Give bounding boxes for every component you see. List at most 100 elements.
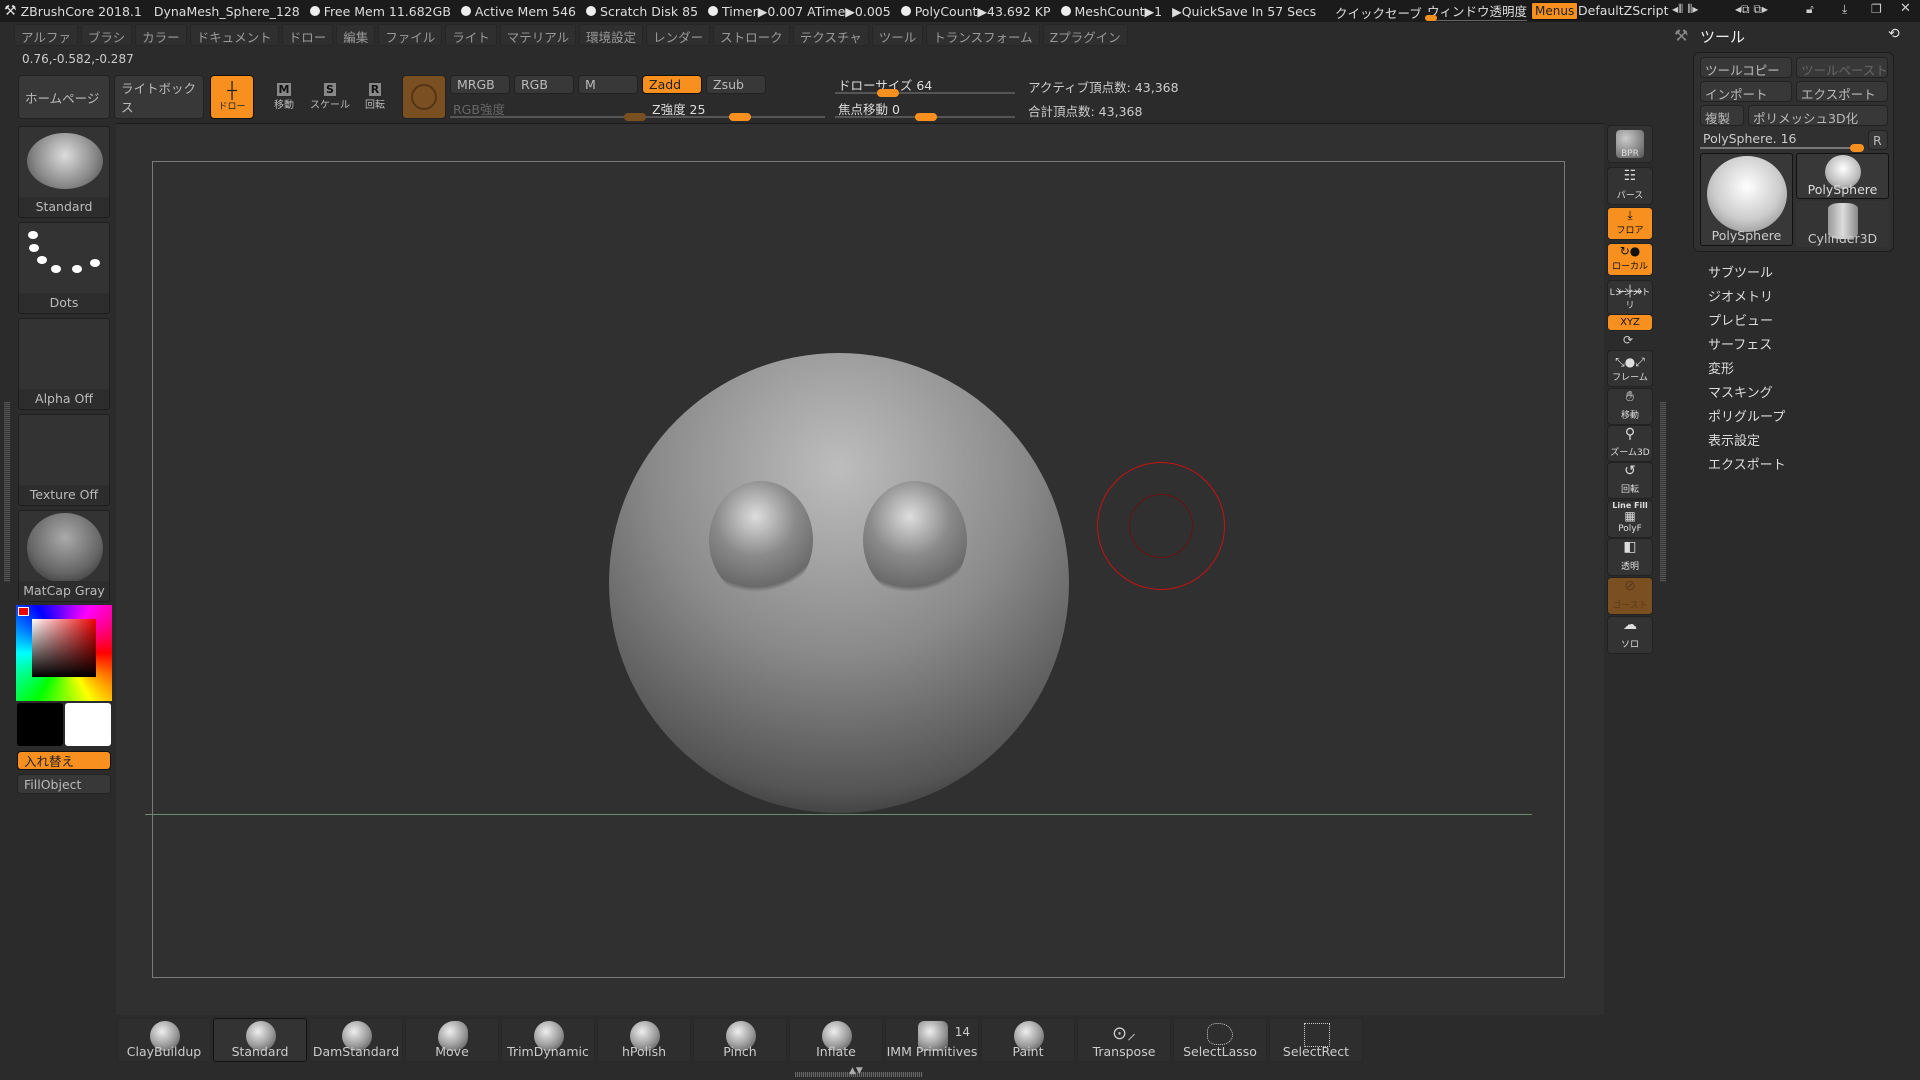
menus-button[interactable]: Menus [1531, 2, 1579, 20]
zsub-button[interactable]: Zsub [706, 75, 766, 94]
brush-pinch[interactable]: Pinch [693, 1018, 787, 1062]
window-transparency-slider[interactable]: ウィンドウ透明度 [1427, 1, 1528, 21]
canvas-viewport[interactable] [116, 123, 1604, 1015]
zadd-button[interactable]: Zadd [642, 75, 702, 94]
brush-move[interactable]: Move [405, 1018, 499, 1062]
menu-preview[interactable]: プレビュー [1708, 310, 1773, 329]
tool-slider-track[interactable] [1700, 144, 1864, 152]
export-button[interactable]: エクスポート [1796, 81, 1888, 102]
menu-display-properties[interactable]: 表示設定 [1708, 430, 1760, 449]
tool-thumb-cylinder3d[interactable]: Cylinder3D [1796, 201, 1889, 247]
brush-claybuildup[interactable]: ClayBuildup [117, 1018, 211, 1062]
right-scroll-handle[interactable] [1660, 402, 1666, 582]
local-button[interactable]: ↻● ローカル [1607, 243, 1653, 276]
menu-masking[interactable]: マスキング [1708, 382, 1773, 401]
floor-button[interactable]: ⤓ フロア [1607, 207, 1653, 240]
solo-button[interactable]: ☁ ソロ [1607, 616, 1653, 654]
z-intensity-slider[interactable] [645, 113, 825, 121]
menu-polygroups[interactable]: ポリグループ [1708, 406, 1785, 425]
menu-transform[interactable]: トランスフォーム [926, 24, 1040, 46]
menu-tool[interactable]: ツール [871, 24, 924, 46]
y-rotate-icon[interactable]: ⟳ [1623, 333, 1633, 347]
menu-preferences[interactable]: 環境設定 [579, 24, 644, 46]
menu-texture[interactable]: テクスチャ [792, 24, 869, 46]
homepage-button[interactable]: ホームページ [18, 75, 110, 119]
menu-color[interactable]: カラー [135, 24, 187, 46]
transparency-knob[interactable] [1425, 15, 1437, 21]
brush-selector[interactable]: Standard [18, 126, 110, 218]
menu-render[interactable]: レンダー [646, 24, 711, 46]
material-selector[interactable]: MatCap Gray [18, 510, 110, 602]
left-scroll-handle[interactable] [4, 402, 10, 582]
polyframe-button[interactable]: Line Fill ▦ PolyF [1607, 500, 1653, 538]
menu-edit[interactable]: 編集 [336, 24, 376, 46]
import-button[interactable]: インポート [1700, 81, 1792, 102]
lightbox-button[interactable]: ライトボックス [114, 75, 204, 119]
xyz-rotate-button[interactable]: XYZ [1607, 314, 1653, 331]
menu-export[interactable]: エクスポート [1708, 454, 1786, 473]
draw-size-slider[interactable] [835, 89, 1015, 97]
rgb-button[interactable]: RGB [514, 75, 574, 94]
nav-arrows-icon[interactable]: ◂⦀ ⦀▸ [1672, 2, 1698, 17]
fill-object-button[interactable]: FillObject [17, 774, 111, 794]
brush-hpolish[interactable]: hPolish [597, 1018, 691, 1062]
transparent-button[interactable]: ◧ 透明 [1607, 538, 1653, 576]
menu-material[interactable]: マテリアル [499, 24, 577, 46]
brush-transpose[interactable]: ⊙⸝ Transpose [1077, 1018, 1171, 1062]
default-zscript-button[interactable]: DefaultZScript [1578, 3, 1669, 18]
move-mode-button[interactable]: M 移動 [266, 75, 302, 119]
menu-alpha[interactable]: アルファ [14, 24, 78, 46]
bpr-button[interactable]: BPR [1607, 125, 1653, 163]
frame-button[interactable]: ⤡●⤢ フレーム [1607, 350, 1653, 387]
menu-brush[interactable]: ブラシ [80, 24, 133, 46]
restore-icon[interactable]: ❐ [1871, 2, 1882, 16]
color-picker[interactable] [16, 605, 112, 701]
reset-icon[interactable]: ⟲ [1888, 26, 1900, 42]
tool-thumb-polysphere[interactable]: PolySphere [1796, 153, 1889, 199]
l-symmetry-button[interactable]: ←┼→ Lシンメトリ [1607, 280, 1653, 315]
draw-mode-button[interactable]: ┼ ドロー [210, 75, 254, 119]
menu-zplugin[interactable]: Zプラグイン [1042, 24, 1128, 46]
brush-imm-primitives[interactable]: 14 IMM Primitives [885, 1018, 979, 1062]
secondary-color-swatch[interactable] [65, 703, 111, 746]
brush-inflate[interactable]: Inflate [789, 1018, 883, 1062]
main-color-swatch[interactable] [17, 703, 63, 746]
rotate-view-button[interactable]: ↺ 回転 [1607, 462, 1653, 499]
brush-selectrect[interactable]: SelectRect [1269, 1018, 1363, 1062]
clone-button[interactable]: 複製 [1700, 105, 1744, 126]
ghost-button[interactable]: ⊘ ゴースト [1607, 577, 1653, 615]
menu-light[interactable]: ライト [445, 24, 497, 46]
tool-thumb-polysphere-main[interactable]: PolySphere [1700, 153, 1793, 246]
brush-standard[interactable]: Standard [213, 1018, 307, 1062]
brush-selectlasso[interactable]: SelectLasso [1173, 1018, 1267, 1062]
tool-paste-button[interactable]: ツールペースト [1796, 57, 1888, 78]
mrgb-button[interactable]: MRGB [450, 75, 510, 94]
menu-draw[interactable]: ドロー [281, 24, 334, 46]
rotate-mode-button[interactable]: R 回転 [357, 75, 393, 119]
material-button[interactable] [402, 75, 446, 119]
tool-copy-button[interactable]: ツールコピー [1700, 57, 1792, 78]
menu-document[interactable]: ドキュメント [189, 24, 279, 46]
scale-mode-button[interactable]: S スケール [310, 75, 350, 119]
lock-icon[interactable]: 🔓︎ [1806, 2, 1814, 17]
make-polymesh-button[interactable]: ポリメッシュ3D化 [1748, 105, 1888, 126]
move-view-button[interactable]: ✋︎ 移動 [1607, 388, 1653, 425]
rgb-intensity-slider[interactable] [450, 113, 646, 121]
menu-deformation[interactable]: 変形 [1708, 358, 1734, 377]
minimize-icon[interactable]: ⤓ [1842, 2, 1847, 17]
menu-subtool[interactable]: サブツール [1708, 262, 1773, 281]
color-picker-sv-square[interactable] [32, 619, 96, 677]
menu-stroke[interactable]: ストローク [713, 24, 790, 46]
menu-file[interactable]: ファイル [378, 24, 443, 46]
brush-trimdynamic[interactable]: TrimDynamic [501, 1018, 595, 1062]
stroke-selector[interactable]: Dots [18, 222, 110, 314]
menu-geometry[interactable]: ジオメトリ [1708, 286, 1773, 305]
alpha-selector[interactable]: Alpha Off [18, 318, 110, 410]
menu-surface[interactable]: サーフェス [1708, 334, 1772, 353]
perspective-button[interactable]: ☷ パース [1607, 167, 1653, 205]
quicksave-button[interactable]: クイックセーブ [1335, 3, 1422, 22]
close-icon[interactable]: ✕ [1900, 1, 1911, 16]
swap-colors-button[interactable]: 入れ替え [17, 751, 111, 770]
reset-r-button[interactable]: R [1868, 130, 1888, 150]
layout-switch-icon[interactable]: ◂⧉ ⧉▸ [1735, 2, 1768, 17]
